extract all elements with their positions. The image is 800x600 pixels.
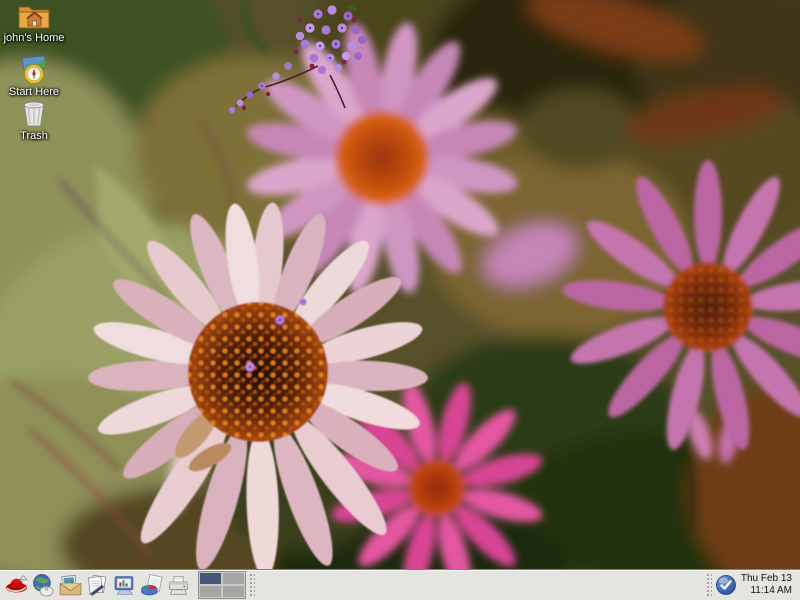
desktop-icon-label: john's Home [4,32,65,44]
main-menu-button[interactable] [3,572,30,599]
trash-icon [21,99,47,129]
presentation-icon [112,573,137,598]
print-manager-icon [166,573,191,598]
desktop-icon-start-here[interactable]: Start Here [5,55,63,98]
desktop-icon-label: Trash [20,130,48,142]
panel-drag-handle-right[interactable] [706,573,712,597]
print-manager-launcher[interactable] [165,572,192,599]
spreadsheet-icon [139,573,164,598]
word-processor-icon [85,573,110,598]
clock-time: 11:14 AM [741,585,792,598]
taskbar-panel: Thu Feb 13 11:14 AM [0,569,800,600]
workspace-4[interactable] [223,586,244,597]
main-menu-redhat-icon [4,573,29,598]
desktop-icon-home[interactable]: john's Home [5,3,63,44]
update-notifier-icon [715,574,737,596]
workspace-switcher [198,571,246,599]
workspace-1[interactable] [200,573,221,584]
email-icon [58,573,83,598]
presentation-launcher[interactable] [111,572,138,599]
clock-applet[interactable]: Thu Feb 13 11:14 AM [737,573,797,598]
workspace-3[interactable] [200,586,221,597]
update-notifier-button[interactable] [715,574,737,596]
spreadsheet-launcher[interactable] [138,572,165,599]
home-folder-icon [17,3,51,31]
desktop-icon-trash[interactable]: Trash [5,99,63,142]
panel-drag-handle-left[interactable] [249,573,255,597]
web-browser-icon [31,573,56,598]
word-processor-launcher[interactable] [84,572,111,599]
email-launcher[interactable] [57,572,84,599]
wallpaper-image [0,0,800,600]
workspace-2[interactable] [223,573,244,584]
desktop-icon-label: Start Here [9,86,59,98]
clock-date: Thu Feb 13 [741,573,792,586]
start-here-icon [19,55,49,85]
desktop: john's Home Start Here Trash [0,0,800,600]
web-browser-launcher[interactable] [30,572,57,599]
